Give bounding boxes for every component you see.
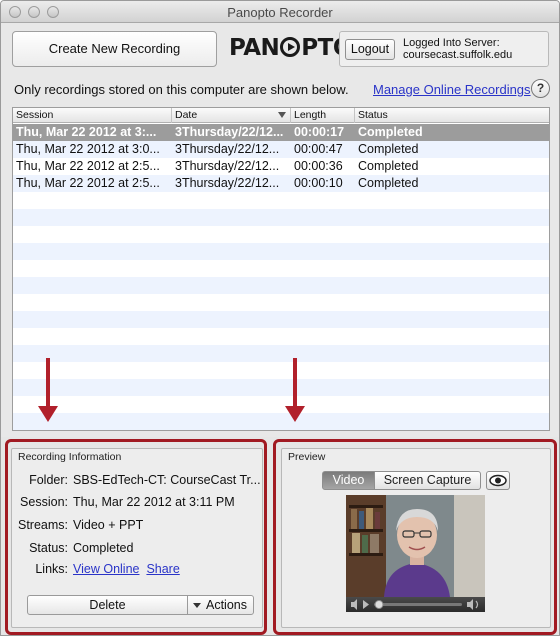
annotation-arrow-left (46, 358, 50, 408)
cell-status: Completed (358, 125, 423, 139)
local-recordings-notice: Only recordings stored on this computer … (14, 82, 349, 97)
cell-status: Completed (358, 176, 419, 190)
cell-session: Thu, Mar 22 2012 at 2:5... (16, 159, 160, 173)
column-header-date[interactable]: Date (172, 108, 291, 123)
cell-length: 00:00:47 (294, 142, 343, 156)
arrow-down-icon (285, 406, 305, 422)
cell-length: 00:00:10 (294, 176, 343, 190)
panopto-logo: PAN PTO (229, 35, 352, 61)
window-title: Panopto Recorder (227, 5, 333, 20)
cell-status: Completed (358, 159, 419, 173)
cell-date: 3Thursday/22/12... (175, 176, 280, 190)
cell-length: 00:00:17 (294, 125, 345, 139)
cell-date: 3Thursday/22/12... (175, 142, 280, 156)
server-status-panel: Logout Logged Into Server: coursecast.su… (339, 31, 549, 67)
manage-online-recordings-link[interactable]: Manage Online Recordings (373, 82, 531, 97)
cell-date: 3Thursday/22/12... (175, 125, 284, 139)
column-header-session[interactable]: Session (13, 108, 172, 123)
table-row[interactable]: Thu, Mar 22 2012 at 2:5... 3Thursday/22/… (13, 158, 549, 175)
recordings-table[interactable]: Session Date Length Status Thu, Mar 22 2… (12, 107, 550, 431)
cell-date: 3Thursday/22/12... (175, 159, 280, 173)
sort-descending-icon (278, 112, 286, 118)
play-circle-icon (280, 37, 301, 57)
cell-status: Completed (358, 142, 419, 156)
recording-info-highlight (5, 439, 267, 635)
cell-session: Thu, Mar 22 2012 at 3:0... (16, 142, 160, 156)
create-new-recording-button[interactable]: Create New Recording (12, 31, 217, 67)
table-row[interactable]: Thu, Mar 22 2012 at 3:... 3Thursday/22/1… (13, 124, 549, 141)
arrow-down-icon (38, 406, 58, 422)
app-window: Panopto Recorder Create New Recording PA… (0, 0, 560, 636)
cell-session: Thu, Mar 22 2012 at 3:... (16, 125, 157, 139)
title-bar: Panopto Recorder (1, 1, 559, 23)
cell-length: 00:00:36 (294, 159, 343, 173)
table-row[interactable]: Thu, Mar 22 2012 at 3:0... 3Thursday/22/… (13, 141, 549, 158)
column-header-length[interactable]: Length (291, 108, 355, 123)
preview-highlight (273, 439, 557, 635)
table-row[interactable]: Thu, Mar 22 2012 at 2:5... 3Thursday/22/… (13, 175, 549, 192)
server-label: Logged Into Server: (403, 37, 500, 49)
cell-session: Thu, Mar 22 2012 at 2:5... (16, 176, 160, 190)
logout-button[interactable]: Logout (345, 39, 395, 60)
server-name: coursecast.suffolk.edu (403, 49, 513, 61)
annotation-arrow-right (293, 358, 297, 408)
table-body: Thu, Mar 22 2012 at 3:... 3Thursday/22/1… (13, 124, 549, 430)
help-button[interactable]: ? (531, 79, 550, 98)
column-header-status[interactable]: Status (355, 108, 549, 123)
table-header: Session Date Length Status (13, 108, 549, 123)
